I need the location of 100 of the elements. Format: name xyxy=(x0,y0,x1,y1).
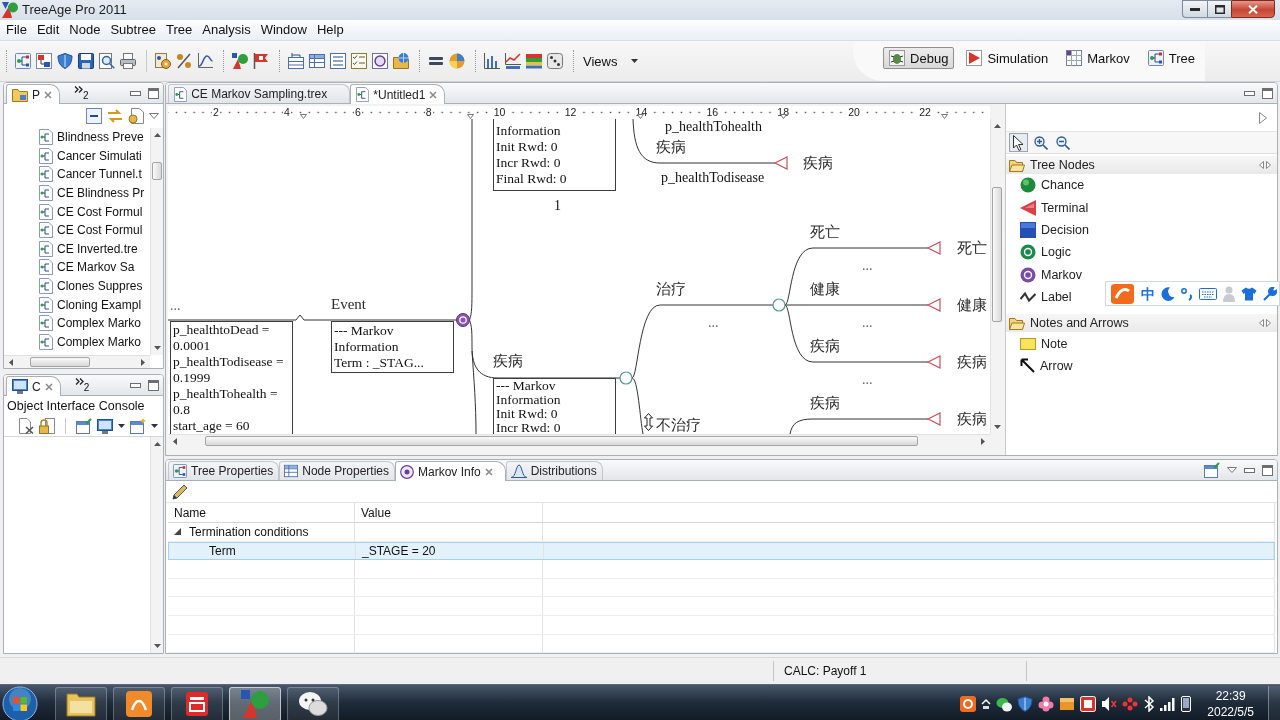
view-tab[interactable]: Markov Info xyxy=(395,461,506,481)
perspective-button[interactable]: Simulation xyxy=(960,47,1055,69)
horizontal-scrollbar[interactable] xyxy=(4,355,150,368)
show-hidden-icons-icon[interactable] xyxy=(981,698,992,710)
column-header[interactable]: Value xyxy=(355,503,543,522)
circle-document-icon[interactable] xyxy=(372,53,388,69)
keyboard-icon[interactable] xyxy=(1199,287,1217,300)
flower-icon[interactable] xyxy=(1038,696,1055,712)
menu-item[interactable]: Help xyxy=(311,20,349,40)
dice-icon[interactable] xyxy=(547,53,563,69)
tree-diagram-icon[interactable] xyxy=(15,53,31,69)
menu-item[interactable]: Tree xyxy=(161,20,198,40)
vertical-scrollbar[interactable] xyxy=(150,128,163,355)
tree-model-entry[interactable]: CE Cost Formul xyxy=(4,202,150,221)
tool-button[interactable] xyxy=(1031,133,1050,152)
folder-globe-icon[interactable] xyxy=(393,53,409,69)
pencil-icon[interactable] xyxy=(172,483,188,500)
branch-table-icon[interactable] xyxy=(288,53,304,69)
shield-icon[interactable] xyxy=(1017,696,1034,712)
punctuation-icon[interactable] xyxy=(1181,286,1193,301)
dots-icon[interactable] xyxy=(1122,697,1139,711)
tree-model-entry[interactable]: Cloning Exampl xyxy=(4,295,150,314)
minimize-icon[interactable] xyxy=(130,90,141,96)
perspective-button[interactable]: Tree xyxy=(1141,47,1201,69)
app-tile-icon[interactable] xyxy=(1080,696,1097,712)
caret-icon[interactable] xyxy=(151,424,158,428)
minimize-icon[interactable] xyxy=(130,382,141,388)
pie-chart-icon[interactable] xyxy=(449,53,465,69)
collapse-all-icon[interactable] xyxy=(86,108,102,124)
expand-arrow-icon[interactable] xyxy=(1259,111,1267,124)
scroll-up-icon[interactable] xyxy=(153,442,161,446)
print-preview-icon[interactable] xyxy=(99,53,115,69)
minimize-icon[interactable] xyxy=(1244,467,1255,473)
tree-model-entry[interactable]: Complex Marko xyxy=(4,332,150,352)
scroll-left-icon[interactable] xyxy=(173,437,177,445)
save-icon[interactable] xyxy=(78,53,94,69)
stacked-bar-icon[interactable] xyxy=(526,53,542,69)
close-button[interactable] xyxy=(1231,0,1275,18)
taskbar-button[interactable] xyxy=(113,686,165,720)
chat-bubbles-icon[interactable] xyxy=(996,696,1013,712)
tree-model-entry[interactable]: CE Inverted.tre xyxy=(4,239,150,259)
table-icon[interactable] xyxy=(309,53,325,69)
tree-model-entry[interactable]: Cancer Simulati xyxy=(4,146,150,166)
wrench-icon[interactable] xyxy=(1263,286,1277,301)
collapse-arrows-icon[interactable] xyxy=(1259,161,1271,169)
print-icon[interactable] xyxy=(120,53,136,69)
checklist-icon[interactable] xyxy=(351,53,367,69)
menu-triangle-icon[interactable] xyxy=(1227,467,1237,473)
scroll-up-icon[interactable] xyxy=(993,124,1001,128)
palette-item[interactable]: Decision xyxy=(1020,218,1092,242)
collapse-arrows-icon[interactable] xyxy=(1259,319,1271,328)
tree-model-entry[interactable]: CE Markov Sa xyxy=(4,258,150,277)
clear-document-icon[interactable] xyxy=(18,418,34,434)
monitor-icon[interactable] xyxy=(97,418,113,434)
scrollbar-thumb[interactable] xyxy=(205,436,918,446)
show-desktop-button[interactable] xyxy=(1268,685,1280,720)
line-chart-icon[interactable] xyxy=(505,53,521,69)
start-orb-icon[interactable] xyxy=(2,686,38,720)
input-mode-toggle[interactable]: 中 xyxy=(1141,284,1155,303)
menu-item[interactable]: Edit xyxy=(31,20,65,40)
menu-item[interactable]: Analysis xyxy=(197,20,256,40)
pin-window-icon[interactable] xyxy=(1204,462,1220,478)
maximize-icon[interactable] xyxy=(1262,464,1273,476)
view-tab[interactable]: Tree Properties xyxy=(168,461,280,480)
column-header[interactable]: Name xyxy=(168,503,355,522)
view-tab[interactable]: Node Properties xyxy=(279,461,395,480)
more-tabs-button[interactable]: 2 xyxy=(74,377,90,393)
tree-model-entry[interactable]: Complex Marko xyxy=(4,313,150,333)
editor-tab[interactable]: CE Markov Sampling.trex xyxy=(168,84,351,103)
taskbar-button[interactable] xyxy=(171,686,223,720)
palette-item[interactable]: Note xyxy=(1020,332,1071,355)
list-icon[interactable] xyxy=(330,53,346,69)
shirt-icon[interactable] xyxy=(1241,286,1257,301)
tree-model-entry[interactable]: CE Blindness Pr xyxy=(4,183,150,203)
maximize-icon[interactable] xyxy=(148,379,159,391)
panel-tab[interactable]: C xyxy=(6,376,61,396)
tree-model-entry[interactable]: Clones Suppres xyxy=(4,276,150,296)
expand-triangle-icon[interactable] xyxy=(174,528,181,536)
scroll-up-icon[interactable] xyxy=(153,133,161,137)
close-icon[interactable] xyxy=(44,382,53,391)
vertical-scrollbar[interactable] xyxy=(150,437,163,653)
minimize-icon[interactable] xyxy=(1244,90,1255,96)
palette-item[interactable]: Arrow xyxy=(1020,354,1076,378)
scrollbar-thumb[interactable] xyxy=(152,162,162,180)
scroll-down-icon[interactable] xyxy=(993,425,1001,429)
menu-triangle-icon[interactable] xyxy=(149,113,159,119)
caret-icon[interactable] xyxy=(118,424,125,428)
node-blocks-icon[interactable] xyxy=(36,53,52,69)
menu-item[interactable]: Window xyxy=(255,20,312,40)
pin-window-icon[interactable] xyxy=(76,418,92,434)
scrollbar-thumb[interactable] xyxy=(30,357,90,367)
maximize-icon[interactable] xyxy=(1262,87,1273,99)
input-method-icon[interactable] xyxy=(960,696,977,712)
close-icon[interactable] xyxy=(429,90,438,99)
scroll-left-icon[interactable] xyxy=(9,358,13,366)
palette-item[interactable]: Label xyxy=(1020,285,1075,309)
palette-item[interactable]: Markov xyxy=(1020,263,1085,286)
lock-document-icon[interactable] xyxy=(39,418,55,434)
function-curve-icon[interactable] xyxy=(197,53,213,69)
speaker-muted-icon[interactable] xyxy=(1101,696,1118,712)
